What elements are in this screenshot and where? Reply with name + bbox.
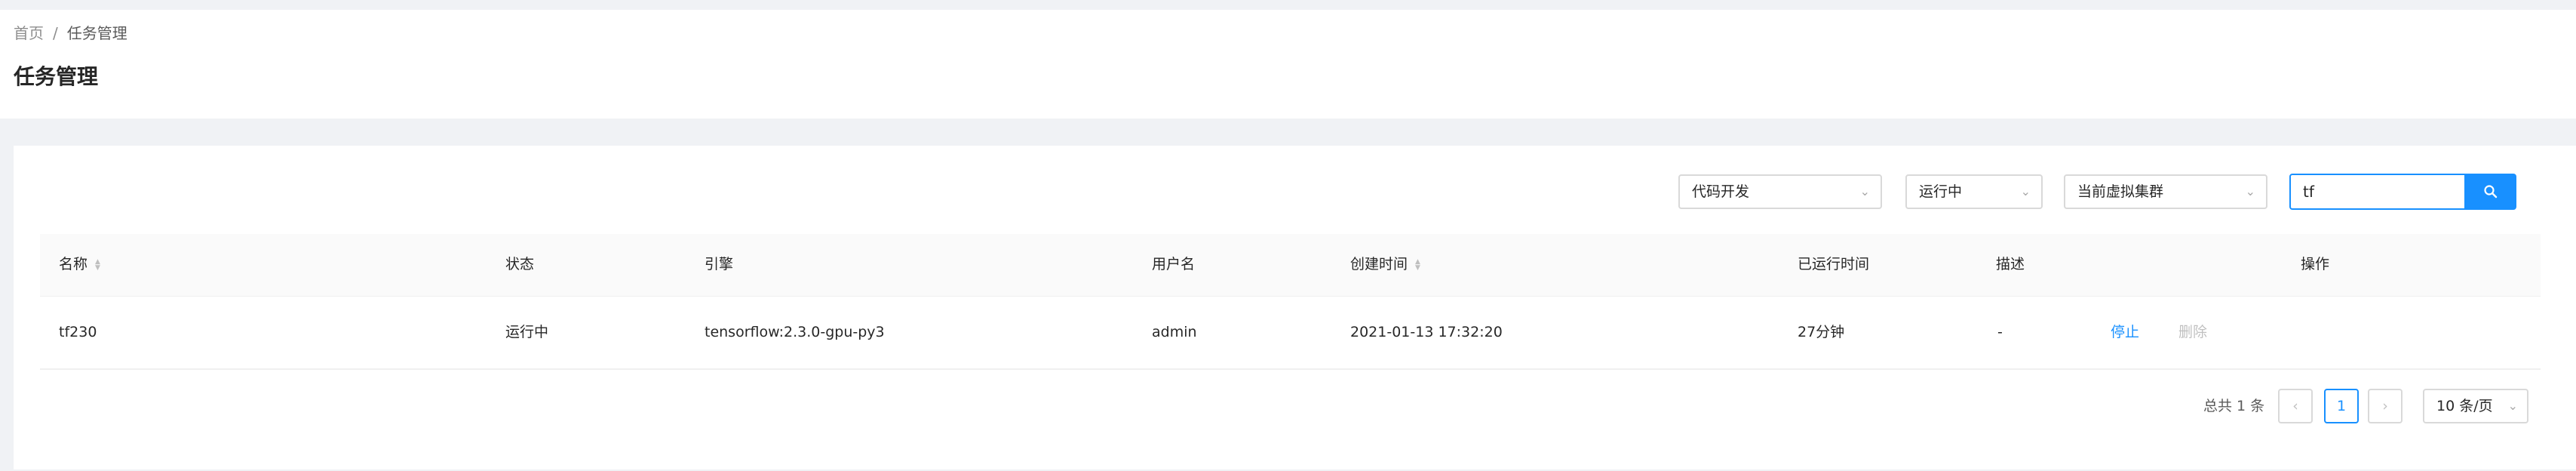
page-title: 任务管理 [14,64,99,89]
stop-button[interactable]: 停止 [2111,323,2139,341]
column-label: 创建时间 [1350,256,1408,272]
chevron-down-icon: ⌄ [1859,184,1870,199]
cell-engine: tensorflow:2.3.0-gpu-py3 [705,324,885,340]
column-header-actions: 操作 [2301,256,2330,272]
cell-user: admin [1152,324,1197,340]
search-icon [2484,185,2498,199]
search-input[interactable] [2289,174,2466,210]
top-bar [0,0,2576,8]
type-select[interactable]: 代码开发 ⌄ [1678,174,1882,209]
column-header-name[interactable]: 名称 ▲ ▼ [59,255,100,273]
column-header-status: 状态 [505,256,535,272]
breadcrumb-home[interactable]: 首页 [14,24,44,42]
cluster-select-value: 当前虚拟集群 [2077,183,2164,200]
type-select-value: 代码开发 [1692,183,1750,200]
page-header [0,10,2576,119]
column-header-user: 用户名 [1152,256,1196,272]
cluster-select[interactable]: 当前虚拟集群 ⌄ [2064,174,2267,209]
column-header-created[interactable]: 创建时间 ▲ ▼ [1350,255,1420,273]
column-header-description: 描述 [1996,256,2025,272]
pagination-prev-button[interactable]: ‹ [2278,389,2313,423]
breadcrumb: 首页 / 任务管理 [14,23,127,44]
pagination-page-1[interactable]: 1 [2324,389,2359,423]
cell-status: 运行中 [505,324,549,340]
column-header-elapsed: 已运行时间 [1798,256,1870,272]
chevron-down-icon: ⌄ [2507,399,2518,413]
cell-elapsed: 27分钟 [1798,324,1845,340]
search-button[interactable] [2465,174,2516,210]
table-row [40,297,2541,370]
page-size-value: 10 条/页 [2436,398,2493,414]
column-header-engine: 引擎 [705,256,734,272]
delete-button[interactable]: 删除 [2178,323,2207,341]
page-size-select[interactable]: 10 条/页 ⌄ [2423,389,2528,423]
cell-name: tf230 [59,324,97,340]
cell-description: - [1997,324,2003,340]
sort-icon[interactable]: ▲ ▼ [95,258,100,271]
sort-icon[interactable]: ▲ ▼ [1415,258,1420,271]
cell-created: 2021-01-13 17:32:20 [1350,324,1503,340]
breadcrumb-separator: / [53,24,58,42]
breadcrumb-current: 任务管理 [66,24,127,42]
column-label: 名称 [59,256,88,272]
chevron-down-icon: ⌄ [2245,184,2255,199]
table-header [40,234,2541,297]
pagination-next-button[interactable]: › [2368,389,2403,423]
pagination-total: 总共 1 条 [2203,398,2265,414]
status-select-value: 运行中 [1919,183,1963,200]
status-select[interactable]: 运行中 ⌄ [1905,174,2043,209]
chevron-down-icon: ⌄ [2020,184,2031,199]
